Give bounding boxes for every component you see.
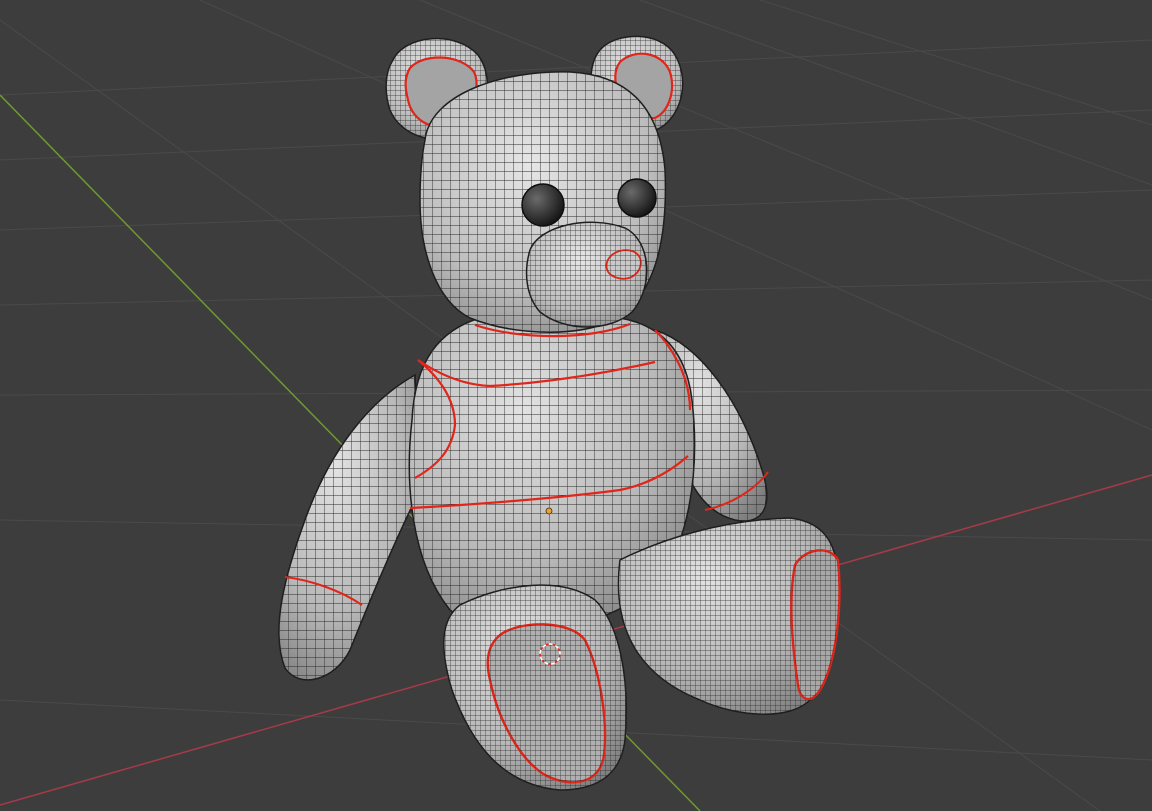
left-leg[interactable] — [443, 584, 627, 791]
right-eye[interactable] — [617, 178, 657, 218]
nose[interactable] — [605, 249, 642, 280]
right-leg[interactable] — [617, 517, 841, 715]
teddy-bear-mesh[interactable] — [278, 35, 841, 791]
head[interactable] — [419, 71, 667, 333]
left-eye[interactable] — [521, 183, 565, 227]
object-origin-marker[interactable] — [545, 507, 553, 515]
3d-viewport[interactable] — [0, 0, 1152, 811]
left-arm[interactable] — [278, 373, 421, 681]
